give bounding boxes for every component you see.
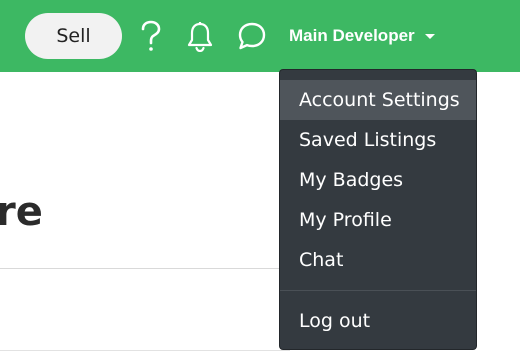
menu-item-my-badges[interactable]: My Badges	[280, 160, 476, 200]
help-button[interactable]	[134, 18, 168, 54]
menu-item-chat[interactable]: Chat	[280, 240, 476, 280]
messages-button[interactable]	[235, 18, 269, 54]
notifications-button[interactable]	[183, 18, 217, 54]
user-name: Main Developer	[289, 26, 415, 45]
sell-button[interactable]: Sell	[25, 13, 122, 59]
menu-item-account-settings[interactable]: Account Settings	[280, 80, 476, 120]
question-mark-icon	[141, 20, 161, 51]
divider	[0, 268, 290, 269]
menu-item-saved-listings[interactable]: Saved Listings	[280, 120, 476, 160]
menu-item-my-profile[interactable]: My Profile	[280, 200, 476, 240]
menu-divider	[280, 290, 476, 291]
caret-down-icon	[424, 33, 435, 39]
menu-item-log-out[interactable]: Log out	[280, 301, 476, 341]
top-navbar: Sell Main Developer	[0, 0, 520, 72]
bell-icon	[187, 22, 213, 52]
user-dropdown-menu: Account Settings Saved Listings My Badge…	[279, 69, 477, 350]
divider	[0, 350, 290, 351]
page-heading: re	[0, 189, 43, 235]
user-menu-toggle[interactable]: Main Developer	[289, 24, 435, 48]
chat-bubble-icon	[238, 22, 266, 50]
